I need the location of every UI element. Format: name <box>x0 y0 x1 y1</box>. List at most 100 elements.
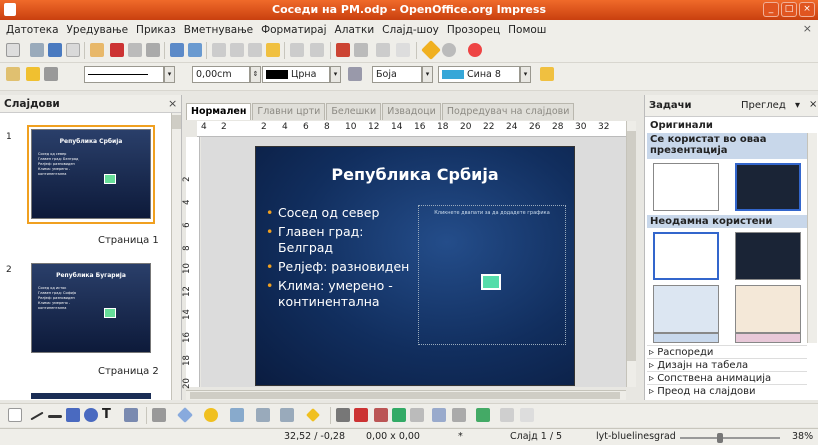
menu-tools[interactable]: Алатки <box>331 24 379 36</box>
line-color-select[interactable]: Црна <box>262 66 330 83</box>
section-master-pages[interactable]: Оригинали <box>647 119 807 132</box>
section-used-in-presentation[interactable]: Се користат во оваа презентација <box>647 133 807 159</box>
autospell-icon[interactable] <box>188 43 202 57</box>
accordion-layouts[interactable]: ▹ Распореди <box>647 345 807 359</box>
minimize-button[interactable]: _ <box>763 2 779 17</box>
image-icon[interactable] <box>376 43 390 57</box>
slide-title[interactable]: Република Србија <box>256 165 574 184</box>
tab-handout[interactable]: Извадоци <box>382 103 441 120</box>
cut-icon[interactable] <box>212 43 226 57</box>
line-style-dropdown[interactable]: ▾ <box>164 66 175 83</box>
task-view-menu[interactable]: Преглед <box>741 100 786 111</box>
symbol-shapes-icon[interactable] <box>204 408 218 422</box>
vertical-ruler[interactable]: 2 4 6 8 10 12 14 16 18 20 <box>182 137 200 389</box>
redo-icon[interactable] <box>310 43 324 57</box>
accordion-slide-transition[interactable]: ▹ Преод на слајдови <box>647 384 807 398</box>
recent-master-thumb[interactable] <box>653 232 719 280</box>
styles-icon[interactable] <box>6 67 20 81</box>
toolbar-options-icon[interactable] <box>520 408 534 422</box>
rectangle-tool-icon[interactable] <box>66 408 80 422</box>
line-tool-icon[interactable] <box>30 411 44 421</box>
area-color-dropdown[interactable]: ▾ <box>520 66 531 83</box>
current-slide[interactable]: Република Србија Сосед од север Главен г… <box>255 146 575 386</box>
area-icon[interactable] <box>348 67 362 81</box>
copy-icon[interactable] <box>230 43 244 57</box>
fontwork-icon[interactable] <box>374 408 388 422</box>
shadow-icon[interactable] <box>540 67 554 81</box>
area-style-dropdown[interactable]: ▾ <box>422 66 433 83</box>
section-recently-used[interactable]: Неодамна користени <box>647 215 807 228</box>
close-document-icon[interactable]: × <box>803 22 812 35</box>
menu-window[interactable]: Прозорец <box>443 24 504 36</box>
tab-notes[interactable]: Белешки <box>326 103 382 120</box>
close-pane-icon[interactable]: × <box>809 99 817 110</box>
glue-points-icon[interactable] <box>354 408 368 422</box>
text-tool-icon[interactable]: T <box>102 408 116 422</box>
print-icon[interactable] <box>128 43 142 57</box>
edit-file-icon[interactable] <box>90 43 104 57</box>
recent-master-thumb[interactable] <box>653 285 719 333</box>
menu-slideshow[interactable]: Слајд-шоу <box>378 24 443 36</box>
recent-master-thumb[interactable] <box>735 285 801 333</box>
zoom-level[interactable]: 38% <box>792 431 813 442</box>
arrow-tool-icon[interactable] <box>48 415 62 418</box>
open-folder-icon[interactable] <box>30 43 44 57</box>
export-pdf-icon[interactable] <box>110 43 124 57</box>
area-color-select[interactable]: Сина 8 <box>438 66 520 83</box>
close-button[interactable]: × <box>799 2 815 17</box>
grid-icon[interactable] <box>396 43 410 57</box>
block-arrows-icon[interactable] <box>230 408 244 422</box>
chevron-down-icon[interactable]: ▾ <box>795 100 800 111</box>
task-pane-scrollbar[interactable] <box>807 133 817 343</box>
canvas-horizontal-scrollbar[interactable] <box>186 390 626 400</box>
tab-normal[interactable]: Нормален <box>186 103 252 120</box>
line-style-select[interactable] <box>84 66 164 83</box>
from-file-icon[interactable] <box>392 408 406 422</box>
scroll-thumb[interactable] <box>190 392 620 399</box>
zoom-icon[interactable] <box>442 43 456 57</box>
gallery-icon[interactable] <box>410 408 424 422</box>
new-document-icon[interactable] <box>6 43 20 57</box>
master-thumb[interactable] <box>653 163 719 211</box>
menu-help[interactable]: Помош <box>504 24 550 36</box>
paste-icon[interactable] <box>248 43 262 57</box>
slide-thumbnail-2[interactable]: Република Бугарија Сосед од исток Главен… <box>31 263 151 353</box>
extrusion-icon[interactable] <box>500 408 514 422</box>
print-preview-icon[interactable] <box>146 43 160 57</box>
select-arrow-icon[interactable] <box>8 408 22 422</box>
master-thumb-selected[interactable] <box>735 163 801 211</box>
navigator-icon[interactable] <box>421 40 441 60</box>
close-pane-icon[interactable]: × <box>168 97 177 110</box>
points-icon[interactable] <box>336 408 350 422</box>
save-icon[interactable] <box>48 43 62 57</box>
slide-bullet-list[interactable]: Сосед од север Главен град: Белград Релј… <box>266 205 416 313</box>
chart-icon[interactable] <box>336 43 350 57</box>
line-icon[interactable] <box>26 67 40 81</box>
line-color-dropdown[interactable]: ▾ <box>330 66 341 83</box>
ellipse-tool-icon[interactable] <box>84 408 98 422</box>
table-icon[interactable] <box>354 43 368 57</box>
slides-scrollbar[interactable] <box>171 113 181 400</box>
menu-insert[interactable]: Вметнување <box>180 24 257 36</box>
arrange-icon[interactable] <box>476 408 490 422</box>
area-style-select[interactable]: Боја <box>372 66 422 83</box>
tab-slide-sorter[interactable]: Подредувач на слајдови <box>441 103 575 120</box>
recent-master-thumb[interactable] <box>735 333 801 343</box>
slide-thumbnail-1[interactable]: Република Србија Сосед од север Главен г… <box>31 129 151 219</box>
menu-format[interactable]: Форматирај <box>257 24 330 36</box>
accordion-table-design[interactable]: ▹ Дизајн на табела <box>647 358 807 372</box>
horizontal-ruler[interactable]: 4 2 2 4 6 8 10 12 14 16 18 20 22 24 26 2… <box>197 121 632 137</box>
format-paintbrush-icon[interactable] <box>266 43 280 57</box>
maximize-button[interactable]: □ <box>781 2 797 17</box>
line-width-input[interactable]: 0,00cm <box>192 66 250 83</box>
spellcheck-icon[interactable] <box>170 43 184 57</box>
line-width-stepper[interactable]: ⇕ <box>250 66 261 83</box>
basic-shapes-icon[interactable] <box>177 407 193 423</box>
recent-master-thumb[interactable] <box>653 333 719 343</box>
curve-tool-icon[interactable] <box>124 408 138 422</box>
tab-outline[interactable]: Главни црти <box>252 103 326 120</box>
slide-thumbnail-3[interactable] <box>31 393 151 399</box>
insert-image-icon[interactable] <box>481 274 501 290</box>
zoom-slider[interactable] <box>680 433 780 443</box>
undo-icon[interactable] <box>290 43 304 57</box>
